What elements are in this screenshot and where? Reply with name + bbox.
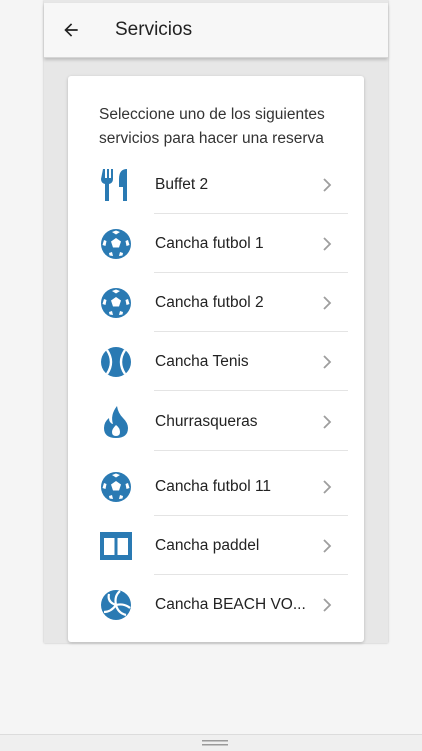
service-label: Buffet 2 [155, 175, 209, 193]
soccer-ball-icon [99, 286, 133, 320]
volleyball-icon [99, 588, 133, 622]
app-bar: Servicios [44, 3, 388, 58]
service-item-cancha-beach-volley[interactable]: Cancha BEACH VO... [68, 575, 364, 634]
service-label: Cancha futbol 11 [155, 477, 272, 495]
service-item-cancha-futbol-1[interactable]: Cancha futbol 1 [68, 214, 364, 273]
tennis-ball-icon [99, 345, 133, 379]
service-item-cancha-tenis[interactable]: Cancha Tenis [68, 332, 364, 391]
chevron-right-icon [323, 295, 332, 310]
divider [154, 450, 348, 451]
chevron-right-icon [323, 538, 332, 553]
service-item-churrasqueras[interactable]: Churrasqueras [68, 392, 364, 451]
soccer-ball-icon [99, 470, 133, 504]
flame-icon [99, 405, 133, 439]
menu-handle-icon[interactable] [202, 740, 228, 746]
fork-knife-icon [99, 168, 133, 202]
chevron-right-icon [323, 597, 332, 612]
service-label: Cancha BEACH VO... [155, 595, 306, 613]
service-item-buffet-2[interactable]: Buffet 2 [68, 155, 364, 214]
service-item-cancha-futbol-11[interactable]: Cancha futbol 11 [68, 457, 364, 516]
chevron-right-icon [323, 414, 332, 429]
soccer-ball-icon [99, 227, 133, 261]
bottom-nav-bar [0, 734, 422, 751]
chevron-right-icon [323, 479, 332, 494]
service-label: Cancha paddel [155, 536, 260, 554]
chevron-right-icon [323, 236, 332, 251]
paddel-court-icon [99, 529, 133, 563]
service-item-cancha-paddel[interactable]: Cancha paddel [68, 516, 364, 575]
intro-text: Seleccione uno de los siguientes servici… [99, 106, 325, 147]
service-item-cancha-futbol-2[interactable]: Cancha futbol 2 [68, 273, 364, 332]
service-label: Cancha futbol 2 [155, 293, 264, 311]
service-label: Cancha futbol 1 [155, 234, 264, 252]
arrow-left-icon [64, 23, 78, 37]
page-title: Servicios [115, 19, 193, 40]
divider [154, 390, 348, 391]
chevron-right-icon [323, 354, 332, 369]
service-label: Cancha Tenis [155, 352, 249, 370]
services-card: Seleccione uno de los siguientes servici… [68, 76, 364, 642]
back-button[interactable] [44, 3, 98, 57]
service-label: Churrasqueras [155, 412, 258, 430]
chevron-right-icon [323, 177, 332, 192]
